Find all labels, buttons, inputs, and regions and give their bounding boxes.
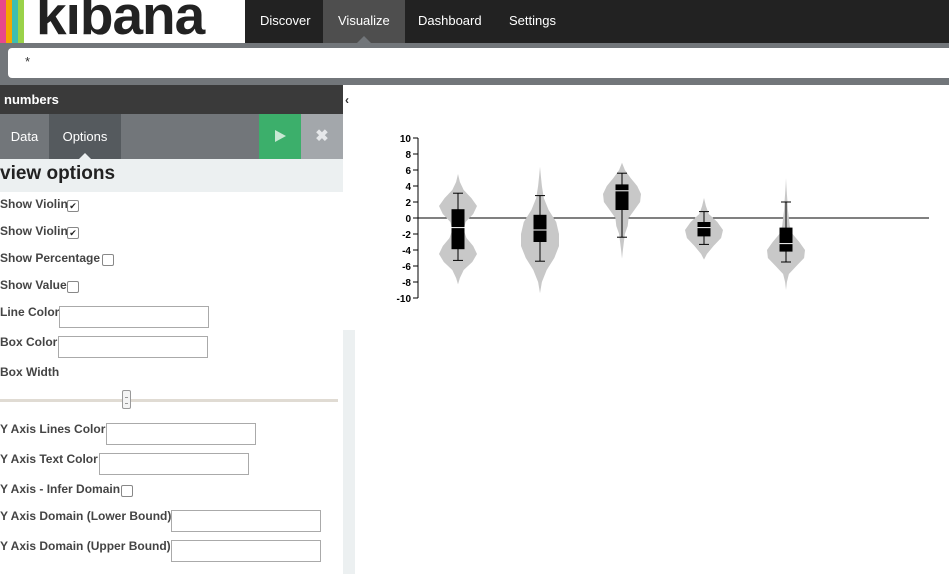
y-axis-domain-upper-label: Y Axis Domain (Upper Bound) bbox=[0, 539, 171, 553]
y-tick-label: -6 bbox=[402, 262, 411, 273]
y-tick-label: 10 bbox=[400, 134, 412, 145]
sidebar-tabs: Data Options ✖ bbox=[0, 114, 343, 159]
y-tick-label: 2 bbox=[405, 198, 411, 209]
discard-changes-button[interactable]: ✖ bbox=[301, 114, 343, 159]
y-tick-label: -4 bbox=[402, 246, 411, 257]
box-iqr bbox=[697, 222, 711, 237]
nav-tab-visualize[interactable]: Visualize bbox=[323, 0, 405, 43]
section-title: view options bbox=[0, 163, 116, 184]
show-violin-checkbox[interactable]: ✔ bbox=[67, 200, 79, 212]
y-tick-label: -2 bbox=[402, 230, 411, 241]
chart-area: 10 8 6 4 2 0 -2 -4 -6 -8 -10 bbox=[355, 85, 949, 574]
close-icon: ✖ bbox=[315, 128, 329, 145]
y-axis-domain-lower-label: Y Axis Domain (Lower Bound) bbox=[0, 509, 172, 523]
y-axis-text-color-input[interactable] bbox=[99, 453, 249, 475]
box-iqr bbox=[615, 184, 629, 210]
y-axis-lines-color-label: Y Axis Lines Color bbox=[0, 422, 106, 436]
nav-tab-settings[interactable]: Settings bbox=[494, 0, 571, 43]
y-axis-domain-upper-input[interactable] bbox=[171, 540, 321, 562]
y-tick-label: 6 bbox=[405, 166, 411, 177]
box-iqr bbox=[533, 214, 547, 242]
nav-tab-dashboard[interactable]: Dashboard bbox=[403, 0, 497, 43]
y-tick-label: -10 bbox=[397, 294, 412, 305]
view-options-header: view options bbox=[0, 159, 343, 192]
show-violin-checkbox[interactable]: ✔ bbox=[67, 227, 79, 239]
box-width-label: Box Width bbox=[0, 365, 60, 379]
show-value-label: Show Value bbox=[0, 278, 67, 292]
logo-stripe bbox=[18, 0, 24, 43]
top-navbar: kibana Discover Visualize Dashboard Sett… bbox=[0, 0, 949, 43]
kibana-logo[interactable]: kibana bbox=[0, 0, 245, 43]
query-bar: * bbox=[0, 43, 949, 85]
vis-editor-sidebar: numbers Data Options ✖ view options Show… bbox=[0, 85, 343, 574]
y-tick-label: 0 bbox=[405, 214, 411, 225]
y-axis-lines-color-input[interactable] bbox=[106, 423, 256, 445]
box-color-label: Box Color bbox=[0, 335, 58, 349]
logo-text: kibana bbox=[36, 0, 205, 43]
y-axis-domain-lower-input[interactable] bbox=[171, 510, 321, 532]
nav-tab-discover[interactable]: Discover bbox=[245, 0, 326, 43]
sidebar-collapse-strip bbox=[343, 85, 355, 574]
line-color-input[interactable] bbox=[59, 306, 209, 328]
box-color-input[interactable] bbox=[58, 336, 208, 358]
violin-chart: 10 8 6 4 2 0 -2 -4 -6 -8 -10 bbox=[397, 134, 929, 305]
show-violin-label: Show Violin bbox=[0, 197, 68, 211]
y-tick-label: 8 bbox=[405, 150, 411, 161]
y-tick-label: -8 bbox=[402, 278, 411, 289]
show-percentage-checkbox[interactable] bbox=[102, 254, 114, 266]
tab-data[interactable]: Data bbox=[0, 114, 49, 159]
vis-title: numbers bbox=[0, 85, 343, 114]
y-axis-infer-domain-checkbox[interactable] bbox=[121, 485, 133, 497]
show-value-checkbox[interactable] bbox=[67, 281, 79, 293]
apply-changes-button[interactable] bbox=[259, 114, 301, 159]
line-color-label: Line Color bbox=[0, 305, 60, 319]
show-violin-label: Show Violin bbox=[0, 224, 68, 238]
box-iqr bbox=[451, 209, 465, 250]
box-width-slider[interactable] bbox=[0, 399, 338, 402]
chevron-left-icon[interactable]: ‹ bbox=[345, 93, 349, 107]
play-icon bbox=[275, 130, 286, 142]
search-input[interactable]: * bbox=[8, 48, 949, 78]
box-iqr bbox=[779, 227, 793, 252]
box-width-slider-handle[interactable] bbox=[122, 390, 131, 409]
y-axis-infer-domain-label: Y Axis - Infer Domain bbox=[0, 482, 121, 496]
y-axis-text-color-label: Y Axis Text Color bbox=[0, 452, 98, 466]
tab-options[interactable]: Options bbox=[49, 114, 121, 159]
strip-shade bbox=[343, 330, 355, 574]
show-percentage-label: Show Percentage bbox=[0, 251, 101, 265]
y-tick-label: 4 bbox=[405, 182, 411, 193]
